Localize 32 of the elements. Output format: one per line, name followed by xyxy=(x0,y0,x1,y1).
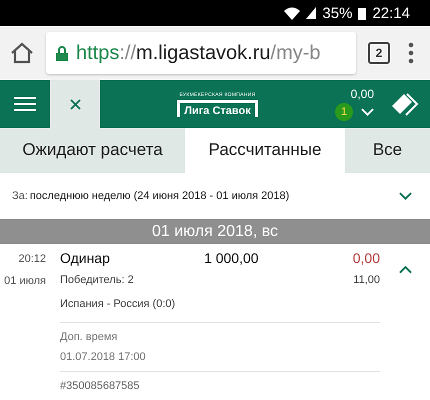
chevron-down-icon[interactable] xyxy=(399,192,412,200)
url-text: https://m.ligastavok.ru/my-b xyxy=(76,42,321,65)
clock-text: 22:14 xyxy=(372,4,410,22)
bet-time: 20:12 xyxy=(18,253,46,265)
wifi-icon xyxy=(284,6,300,20)
odds-text: 11,00 xyxy=(353,274,380,286)
signal-icon xyxy=(306,7,316,20)
filter-tab[interactable]: Рассчитанные xyxy=(185,128,345,174)
payout-amount: 0,00 xyxy=(352,250,380,266)
battery-icon xyxy=(358,6,366,20)
bet-type: Одинар xyxy=(60,250,110,266)
chevron-up-icon[interactable] xyxy=(398,266,412,274)
bet-date: 01 июля xyxy=(4,275,46,287)
event-text: Испания - Россия (0:0) xyxy=(60,298,176,310)
tab-count-button[interactable]: 2 xyxy=(368,42,390,64)
balance-text: 0,00 xyxy=(350,87,374,102)
bet-count-badge: 1 xyxy=(335,103,353,122)
logo[interactable]: Лига Ставок xyxy=(177,100,258,117)
lock-icon xyxy=(56,46,68,61)
battery-text: 35% xyxy=(322,4,352,22)
date-header: 01 июля 2018, вс xyxy=(0,219,430,244)
stake-amount: 1 000,00 xyxy=(204,250,259,266)
menu-icon[interactable] xyxy=(14,96,36,112)
extra-time-label: Доп. время xyxy=(60,331,118,343)
address-bar[interactable]: https://m.ligastavok.ru/my-b xyxy=(46,32,356,74)
close-icon[interactable] xyxy=(70,98,80,110)
bet-number: #350085687585 xyxy=(60,380,141,392)
ticket-icon[interactable] xyxy=(390,92,420,116)
period-selector[interactable]: За: последнюю неделю (24 июня 2018 - 01 июля 2018) xyxy=(0,173,430,220)
event-datetime: 01.07.2018 17:00 xyxy=(60,351,147,363)
home-icon[interactable] xyxy=(10,42,34,64)
market-text: Победитель: 2 xyxy=(60,274,134,286)
